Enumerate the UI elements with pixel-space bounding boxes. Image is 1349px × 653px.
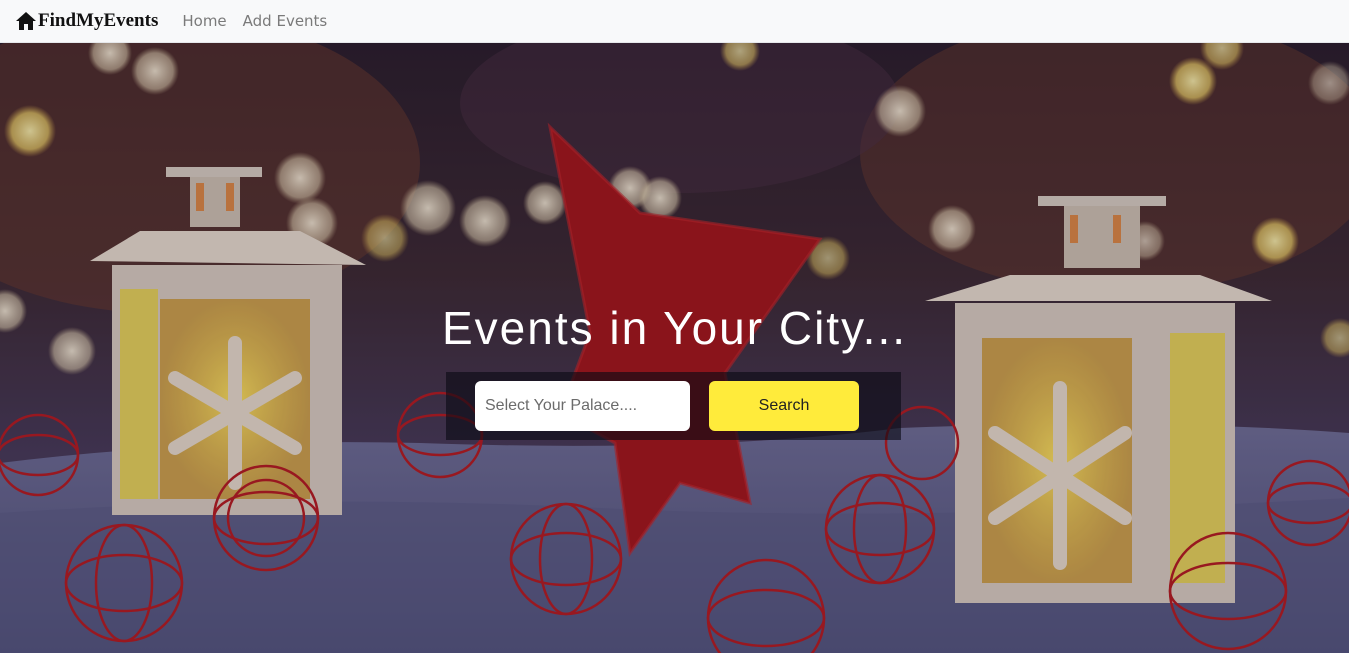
search-button[interactable]: Search	[709, 381, 859, 431]
nav-home-link[interactable]: Home	[182, 12, 226, 30]
place-search-input[interactable]	[475, 381, 690, 431]
navbar: FindMyEvents Home Add Events	[0, 0, 1349, 43]
home-icon	[16, 12, 36, 30]
brand-link[interactable]: FindMyEvents	[15, 10, 158, 32]
brand-name: FindMyEvents	[38, 10, 159, 31]
hero-title: Events in Your City...	[441, 302, 908, 354]
nav-add-events-link[interactable]: Add Events	[243, 12, 328, 30]
hero-section: Events in Your City... Search	[0, 43, 1349, 653]
search-panel: Search	[446, 372, 901, 440]
